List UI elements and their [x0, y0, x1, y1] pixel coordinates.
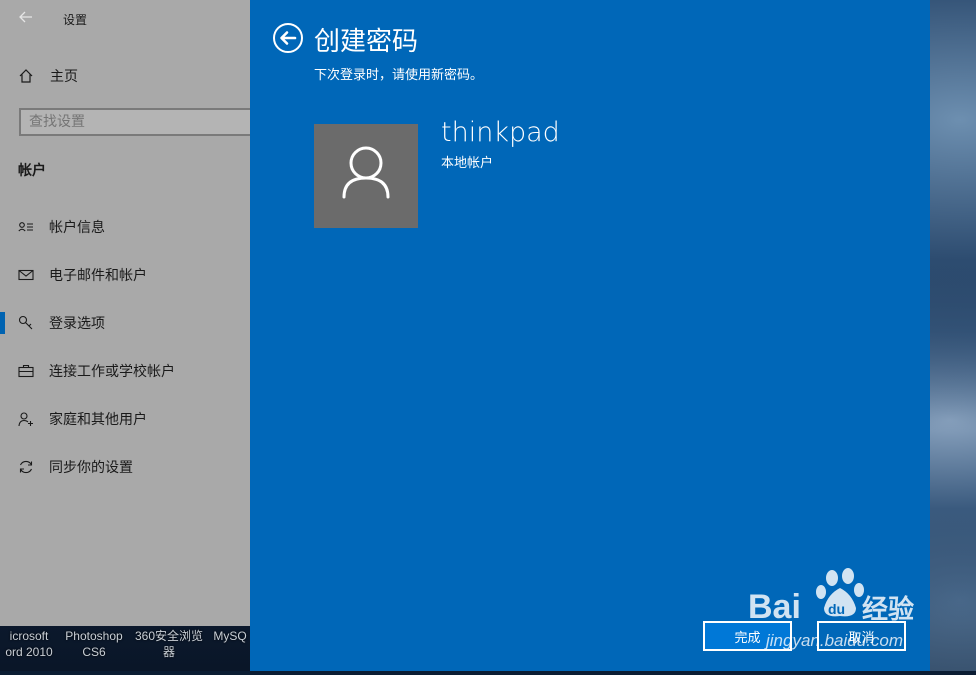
desktop-icon-text: CS6	[82, 645, 106, 659]
dialog-title: 创建密码	[314, 27, 419, 57]
baidu-paw-logo: Bai du 经验 jingyan.baidu.com	[748, 568, 914, 650]
desktop-icon-label[interactable]: icrosoft ord 2010	[0, 628, 58, 660]
nav-item-sign-in-options[interactable]: 登录选项	[18, 312, 105, 334]
nav-item-label: 连接工作或学校帐户	[49, 364, 175, 380]
nav-item-sync[interactable]: 同步你的设置	[18, 456, 133, 478]
settings-title: 设置	[63, 13, 88, 27]
dialog-subtitle: 下次登录时，请使用新密码。	[314, 68, 484, 83]
back-arrow-icon[interactable]	[18, 9, 34, 25]
nav-item-label: 电子邮件和帐户	[49, 268, 147, 284]
desktop-icon-text: 器	[162, 645, 175, 659]
desktop-icon-text: Photoshop	[65, 629, 123, 643]
desktop-icon-text: MySQ	[213, 629, 247, 643]
avatar	[314, 124, 418, 228]
account-type: 本地帐户	[441, 156, 494, 171]
add-person-icon	[18, 412, 33, 427]
account-info-icon	[18, 222, 33, 232]
desktop-icon-text: ord 2010	[5, 645, 53, 659]
nav-item-account-info[interactable]: 帐户信息	[18, 216, 105, 238]
settings-titlebar: 设置	[0, 0, 250, 38]
section-title: 帐户	[18, 163, 46, 179]
nav-item-label: 帐户信息	[49, 220, 105, 236]
back-arrow-icon	[280, 31, 297, 45]
nav-item-work-school[interactable]: 连接工作或学校帐户	[18, 360, 175, 382]
desktop-icon-label[interactable]: MySQ	[210, 628, 250, 644]
dialog-back-button[interactable]	[273, 23, 303, 53]
search-input[interactable]	[21, 110, 229, 134]
nav-home-label: 主页	[50, 69, 78, 85]
mail-icon	[18, 269, 34, 281]
watermark-brand: Bai	[748, 588, 801, 626]
active-nav-indicator	[0, 312, 5, 334]
nav-item-email[interactable]: 电子邮件和帐户	[18, 264, 147, 286]
nav-item-label: 同步你的设置	[49, 460, 133, 476]
nav-item-family[interactable]: 家庭和其他用户	[18, 408, 147, 430]
nav-item-label: 登录选项	[49, 316, 105, 332]
nav-item-label: 家庭和其他用户	[49, 412, 147, 428]
key-icon	[18, 315, 33, 330]
user-icon	[342, 146, 390, 199]
baidu-watermark: Bai du 经验 jingyan.baidu.com	[748, 566, 928, 671]
home-icon	[19, 69, 33, 83]
search-box[interactable]	[19, 108, 257, 136]
watermark-url: jingyan.baidu.com	[764, 631, 903, 650]
nav-home[interactable]: 主页	[18, 66, 78, 86]
watermark-cn-text: 经验	[862, 594, 914, 625]
desktop-icon-text: icrosoft	[9, 629, 49, 643]
desktop-icon-text: 360安全浏览	[134, 629, 204, 643]
sync-icon	[19, 460, 33, 474]
user-name: thinkpad	[441, 117, 560, 148]
watermark-brand-suffix: du	[828, 601, 845, 617]
settings-window: 设置 主页 帐户 帐户信息 电子邮件和帐户 登录选项	[0, 0, 257, 626]
desktop-icon-label[interactable]: 360安全浏览 器	[130, 628, 208, 660]
desktop-icon-label[interactable]: Photoshop CS6	[60, 628, 128, 660]
briefcase-icon	[18, 364, 34, 378]
